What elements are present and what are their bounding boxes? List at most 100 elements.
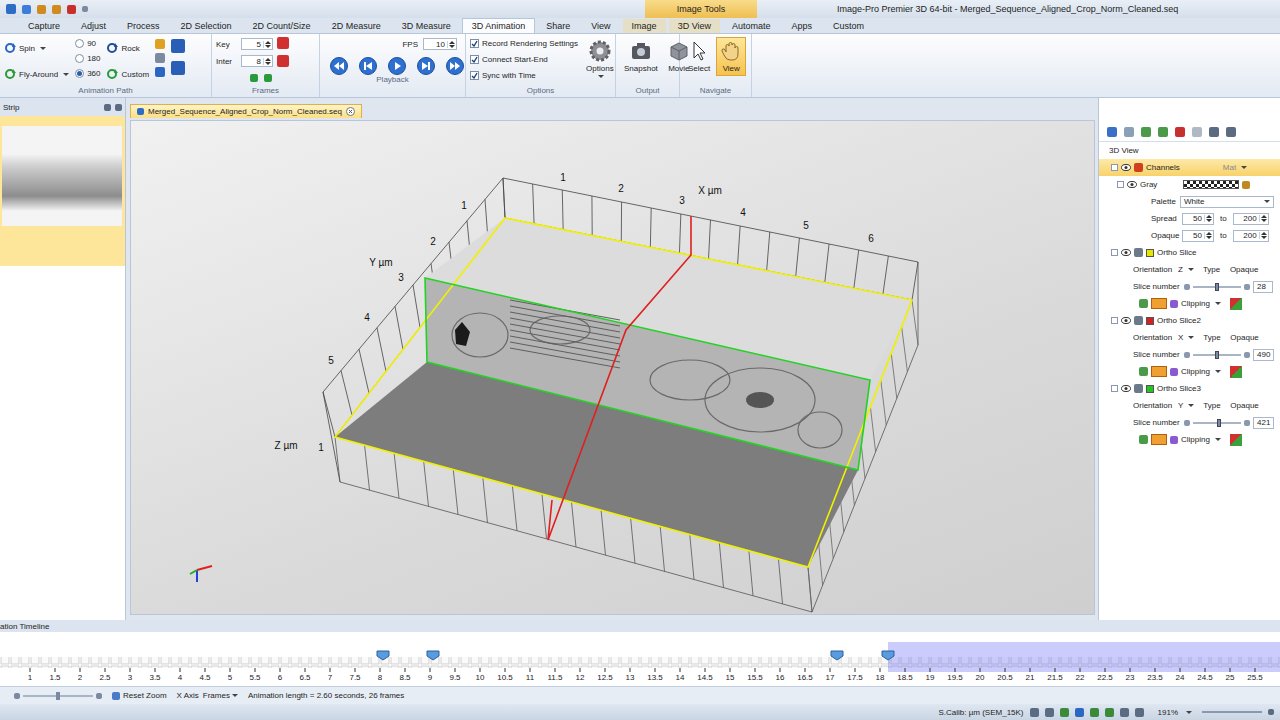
key-input[interactable]: 5 [241,38,273,50]
angle-radio[interactable]: 180 [75,52,100,64]
shape [452,313,508,357]
option-checkbox[interactable]: Record Rendering Settings [470,37,578,50]
radio-button [75,54,84,63]
options-button[interactable]: Options [582,37,618,81]
fly-around-button[interactable]: Fly-Around [4,67,69,81]
zoom-in-icon [96,693,102,699]
clipping-label[interactable]: Clipping [1181,367,1210,376]
ribbon-tab[interactable]: 2D Selection [171,18,242,33]
rewind-icon[interactable] [330,57,348,75]
ribbon-tab[interactable]: View [581,18,620,33]
shape [12,43,16,47]
ribbon-tab[interactable]: 2D Measure [322,18,391,33]
next-frame-icon[interactable] [417,57,435,75]
ribbon-tab[interactable]: Process [117,18,170,33]
ribbon-tab[interactable]: Capture [18,18,70,33]
slice-slider[interactable] [1193,286,1241,288]
angle-radio[interactable]: 360 [75,67,100,79]
spin-button[interactable]: Spin [4,41,69,55]
slice-number-input[interactable]: 28 [1253,281,1273,293]
keyframe-marker[interactable] [882,651,894,660]
shape [130,668,131,672]
slice-number-input[interactable]: 421 [1253,417,1274,429]
shape [114,43,118,47]
custom-button[interactable]: Custom [106,67,149,81]
slice-display-icon [1230,434,1242,446]
strip-selected-item[interactable] [0,116,125,266]
shape [1131,183,1134,186]
slice-slider[interactable] [1193,422,1241,424]
fast-forward-icon[interactable] [446,57,464,75]
clipping-label[interactable]: Clipping [1181,435,1210,444]
zoom-slider[interactable] [23,695,93,697]
range-to-input[interactable]: 200 [1233,230,1269,242]
range-to-input[interactable]: 200 [1233,213,1269,225]
rock-button[interactable]: Rock [106,41,149,55]
range-from-input[interactable]: 50 [1182,213,1214,225]
timeline-selection[interactable] [888,642,1280,672]
navigate-button[interactable]: Select [684,37,714,76]
ribbon-tab[interactable]: Apps [782,18,823,33]
minus-icon [1184,352,1190,358]
play-icon[interactable] [388,57,406,75]
material-icon [1151,366,1167,377]
reset-zoom-button[interactable]: Reset Zoom [112,691,167,700]
timeline-tick: 14.5 [697,673,713,682]
frames-group: Key5Inter8Frames [212,34,320,97]
option-checkbox[interactable]: Sync with Time [470,69,578,82]
slice-slider[interactable] [1193,354,1241,356]
3d-viewport[interactable]: X µmY µmZ µm123456123451 [130,120,1095,615]
orientation-value[interactable]: Y [1178,401,1183,410]
ribbon-tab[interactable]: 2D Count/Size [243,18,321,33]
inter-input[interactable]: 8 [241,55,273,67]
shape [749,551,753,596]
slice-number-input[interactable]: 490 [1253,349,1274,361]
option-checkbox[interactable]: Connect Start-End [470,53,578,66]
slice-name: Ortho Slice3 [1157,384,1201,393]
palette-swatch [1183,180,1239,189]
previous-frame-icon[interactable] [359,57,377,75]
ribbon-tab[interactable]: Custom [823,18,874,33]
tab-label: 3D Animation [463,19,535,33]
dropdown-arrow-icon [1188,268,1194,271]
keyframe-marker[interactable] [427,651,439,660]
orientation-value[interactable]: X [1178,333,1183,342]
timeline-tick: 4 [178,673,183,682]
output-button[interactable]: Snapshot [620,37,662,76]
fps-input-value: 10 [436,40,445,49]
shape [510,318,620,338]
timeline-tick: 5 [228,673,233,682]
ribbon-tab[interactable]: 3D Animation [462,18,536,33]
angle-radio[interactable]: 90 [75,37,100,49]
keyframe-marker[interactable] [831,651,843,660]
clipping-icon [1170,368,1178,376]
timeline-tick: 9 [428,673,433,682]
timeline-tick: 10 [476,673,485,682]
shape [1125,319,1128,322]
shape [705,668,706,672]
palette-value: White [1184,197,1204,206]
orientation-value[interactable]: Z [1178,265,1183,274]
shape [377,328,386,372]
keyframe-marker[interactable] [377,651,389,660]
shape [205,668,206,672]
range-from-input[interactable]: 50 [1182,230,1214,242]
color-tool-icon [1139,299,1148,308]
clipping-label[interactable]: Clipping [1181,299,1210,308]
ribbon-tab[interactable]: Adjust [71,18,116,33]
navigate-button[interactable]: View [716,37,746,76]
ribbon-tab[interactable]: Image [622,18,667,33]
ribbon-tab[interactable]: Share [536,18,580,33]
shape [1125,387,1128,390]
view-icon [1090,708,1099,717]
channels-row[interactable]: ChannelsMat [1099,159,1280,176]
ribbon-tab[interactable]: 3D View [668,18,721,33]
ribbon-tab[interactable]: Automate [722,18,781,33]
ribbon-tab[interactable]: 3D Measure [392,18,461,33]
timeline-tick: 3.5 [149,673,161,682]
collapse-toggle [1117,181,1124,188]
palette-select[interactable]: White [1180,196,1274,208]
x-axis-select[interactable]: Frames [203,691,238,700]
fps-input[interactable]: 10 [423,38,457,50]
document-tab[interactable]: Merged_Sequence_Aligned_Crop_Norm_Cleane… [130,104,362,118]
